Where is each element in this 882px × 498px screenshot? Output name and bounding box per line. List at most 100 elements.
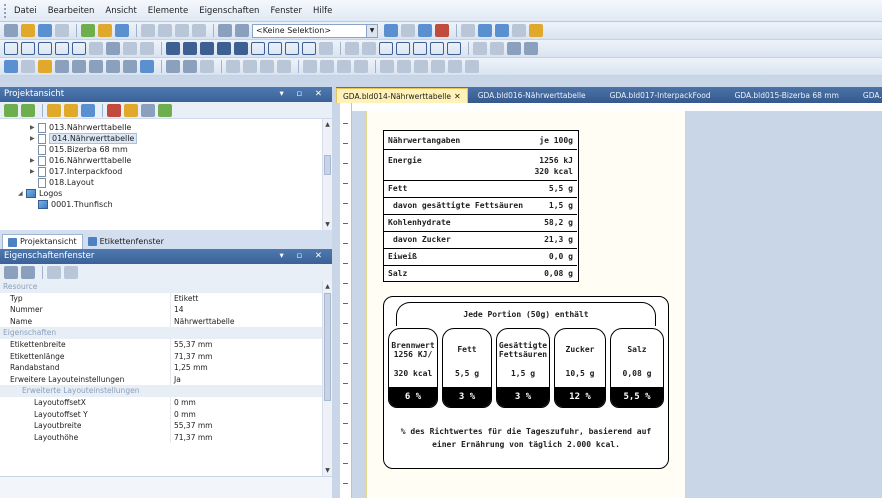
scroll-down-icon[interactable]: ▼	[323, 221, 332, 228]
tab-etikettenfenster[interactable]: Etikettenfenster	[83, 234, 169, 249]
frame-icon[interactable]	[430, 42, 444, 55]
property-row[interactable]: Typ Etikett	[0, 292, 322, 305]
doc-tab[interactable]: GDA.bld015-Bizerba 68 mm	[729, 88, 845, 103]
new-folder-icon[interactable]	[64, 103, 78, 117]
property-row[interactable]: Layoutoffset Y 0 mm	[0, 408, 322, 421]
ungroup-icon[interactable]	[362, 42, 376, 55]
scrollbar-thumb[interactable]	[324, 293, 331, 401]
zoom-fit-icon[interactable]	[512, 24, 526, 37]
image-icon[interactable]	[106, 42, 120, 55]
copy-icon[interactable]	[158, 24, 172, 37]
counter-icon[interactable]	[106, 60, 120, 73]
tree-item-folder[interactable]: ◢ Logos	[18, 188, 62, 199]
align-icon[interactable]	[319, 42, 333, 55]
save-icon[interactable]	[38, 24, 52, 37]
frame-icon[interactable]	[302, 42, 316, 55]
fill-icon[interactable]	[183, 42, 197, 55]
spacing-icon[interactable]	[465, 60, 479, 73]
rectangle-icon[interactable]	[55, 42, 69, 55]
grid-icon[interactable]	[401, 24, 415, 37]
scrollbar-thumb[interactable]	[324, 155, 331, 175]
align-middle-icon[interactable]	[303, 60, 317, 73]
frame-icon[interactable]	[285, 42, 299, 55]
view-icon[interactable]	[4, 60, 18, 73]
snap-icon[interactable]	[418, 24, 432, 37]
menu-datei[interactable]: Datei	[14, 6, 37, 16]
ellipse-icon[interactable]	[89, 42, 103, 55]
rectangle-icon[interactable]	[21, 42, 35, 55]
align-left-icon[interactable]	[226, 60, 240, 73]
width-icon[interactable]	[380, 60, 394, 73]
events-icon[interactable]	[64, 266, 78, 279]
close-icon[interactable]: ✕	[454, 92, 461, 101]
selection-combo[interactable]: <Keine Selektion> ▼	[252, 23, 378, 38]
property-category[interactable]: Resource	[0, 281, 322, 293]
scroll-up-icon[interactable]: ▲	[323, 283, 332, 290]
expand-arrow-icon[interactable]: ▶	[30, 155, 38, 166]
property-subcategory[interactable]: Erweiterte Layouteinstellungen	[0, 385, 322, 397]
fill-icon[interactable]	[217, 42, 231, 55]
size-icon[interactable]	[414, 60, 428, 73]
sort-alpha-icon[interactable]	[21, 266, 35, 279]
property-row[interactable]: Erweitere Layouteinstellungen Ja	[0, 373, 322, 386]
property-row[interactable]: Layouthöhe 71,37 mm	[0, 431, 322, 444]
frame-icon[interactable]	[268, 42, 282, 55]
property-row[interactable]: Etikettenlänge 71,37 mm	[0, 350, 322, 363]
rectangle-icon[interactable]	[4, 42, 18, 55]
scroll-down-icon[interactable]: ▼	[323, 467, 332, 474]
bring-front-icon[interactable]	[473, 42, 487, 55]
arrow-icon[interactable]	[21, 60, 35, 73]
tree-item[interactable]: ▶ 017.Interpackfood	[30, 166, 122, 177]
lock-icon[interactable]	[507, 42, 521, 55]
property-row[interactable]: Layoutbreite 55,37 mm	[0, 420, 322, 432]
property-row[interactable]: Nummer 14	[0, 304, 322, 316]
pin-icon[interactable]	[38, 60, 52, 73]
panel-controls[interactable]: ▾ ▫ ✕	[279, 87, 327, 102]
tree-item[interactable]: ▶ 013.Nährwerttabelle	[30, 122, 131, 133]
align-right-icon[interactable]	[260, 60, 274, 73]
zoom-out-icon[interactable]	[495, 24, 509, 37]
property-row[interactable]: LayoutoffsetX 0 mm	[0, 397, 322, 409]
expand-arrow-icon[interactable]: ▶	[30, 133, 38, 144]
nutrition-table[interactable]: Nährwertangaben je 100g Energie 1256 kJ …	[383, 130, 579, 282]
close-icon[interactable]	[140, 42, 154, 55]
fill-icon[interactable]	[234, 42, 248, 55]
menu-fenster[interactable]: Fenster	[270, 6, 302, 16]
frame-icon[interactable]	[413, 42, 427, 55]
folder-icon[interactable]	[98, 24, 112, 37]
property-category[interactable]: Eigenschaften	[0, 327, 322, 339]
zoom-in-icon[interactable]	[478, 24, 492, 37]
stop-icon[interactable]	[435, 24, 449, 37]
redo-icon[interactable]	[235, 24, 249, 37]
print-icon[interactable]	[141, 103, 155, 117]
property-pages-icon[interactable]	[47, 266, 61, 279]
tree-item-selected[interactable]: ▶ 014.Nährwerttabelle	[30, 133, 138, 144]
picture-icon[interactable]	[140, 60, 154, 73]
doc-tab[interactable]: GDA.bld	[857, 88, 882, 103]
expand-arrow-icon[interactable]: ▶	[30, 122, 38, 133]
new-label-icon[interactable]	[47, 103, 61, 117]
property-row[interactable]: Randabstand 1,25 mm	[0, 362, 322, 374]
tree-item[interactable]: ▶ 016.Nährwerttabelle	[30, 155, 131, 166]
delete-icon[interactable]	[107, 103, 121, 117]
preview-icon[interactable]	[461, 24, 475, 37]
chevron-down-icon[interactable]: ▼	[366, 24, 377, 37]
frame-icon[interactable]	[379, 42, 393, 55]
refresh-icon[interactable]	[4, 103, 18, 117]
text-icon[interactable]	[55, 60, 69, 73]
fill-icon[interactable]	[200, 42, 214, 55]
rectangle-icon[interactable]	[72, 42, 86, 55]
doc-tab[interactable]: GDA.bld016-Nährwerttabelle	[472, 88, 592, 103]
fill-icon[interactable]	[166, 42, 180, 55]
frame-icon[interactable]	[251, 42, 265, 55]
align-center-icon[interactable]	[243, 60, 257, 73]
barcode-icon[interactable]	[72, 60, 86, 73]
table-icon[interactable]	[89, 60, 103, 73]
delete-icon[interactable]	[192, 24, 206, 37]
spacing-icon[interactable]	[448, 60, 462, 73]
undo-icon[interactable]	[218, 24, 232, 37]
spacing-icon[interactable]	[431, 60, 445, 73]
properties-icon[interactable]	[81, 103, 95, 117]
menu-elemente[interactable]: Elemente	[148, 6, 188, 16]
height-icon[interactable]	[397, 60, 411, 73]
